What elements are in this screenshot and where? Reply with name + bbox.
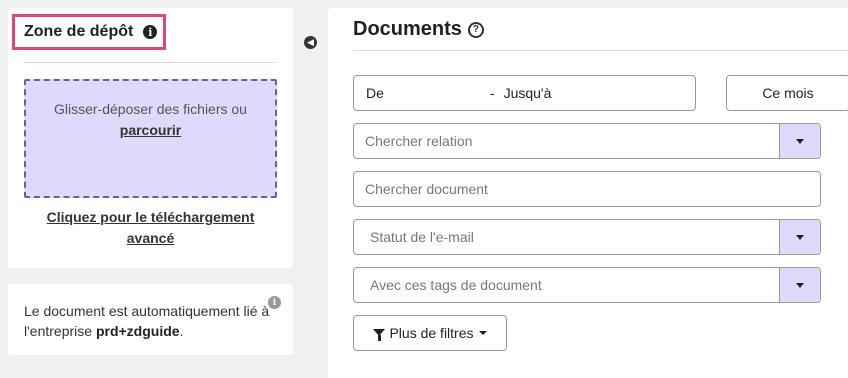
divider — [353, 50, 848, 51]
document-tags-select[interactable]: Avec ces tags de document — [353, 267, 821, 303]
date-from-label: De — [366, 85, 384, 101]
documents-title: Documents — [353, 18, 462, 40]
browse-link[interactable]: parcourir — [120, 122, 181, 138]
collapse-left-icon[interactable]: ◀ — [304, 36, 317, 49]
this-month-button[interactable]: Ce mois — [726, 75, 848, 111]
auto-link-text: Le document est automatiquement lié à l'… — [24, 301, 280, 341]
chevron-down-icon[interactable] — [779, 124, 820, 158]
email-status-placeholder: Statut de l'e-mail — [370, 229, 474, 245]
documents-panel: Documents ? De - Jusqu'à Ce mois Cherche… — [328, 8, 848, 378]
caret-down-icon — [478, 331, 487, 335]
chevron-down-icon[interactable] — [779, 268, 820, 302]
search-document-placeholder: Chercher document — [365, 181, 488, 197]
auto-link-suffix: . — [179, 323, 184, 339]
drop-instructions: Glisser-déposer des fichiers ou — [54, 101, 247, 117]
info-icon[interactable]: i — [143, 25, 158, 39]
funnel-icon — [373, 328, 386, 341]
dropzone-title-label: Zone de dépôt — [24, 23, 134, 40]
file-drop-area[interactable]: Glisser-déposer des fichiers ou parcouri… — [24, 79, 277, 198]
company-name: prd+zdguide — [95, 323, 180, 339]
more-filters-button[interactable]: Plus de filtres — [353, 315, 507, 351]
dropzone-title: Zone de dépôt i — [12, 14, 166, 50]
search-relation-select[interactable]: Chercher relation — [353, 123, 821, 159]
date-to-label: Jusqu'à — [503, 85, 552, 101]
page-title: Documents ? — [353, 18, 484, 41]
more-filters-label: Plus de filtres — [389, 325, 474, 341]
divider — [24, 62, 277, 63]
search-relation-placeholder: Chercher relation — [365, 133, 473, 149]
date-range-field[interactable]: De - Jusqu'à — [353, 75, 696, 111]
help-icon[interactable]: ? — [467, 21, 484, 38]
document-tags-placeholder: Avec ces tags de document — [370, 277, 542, 293]
auto-link-info-card: i Le document est automatiquement lié à … — [8, 284, 293, 355]
date-separator: - — [489, 85, 495, 101]
search-document-input[interactable]: Chercher document — [353, 171, 821, 207]
email-status-select[interactable]: Statut de l'e-mail — [353, 219, 821, 255]
advanced-upload-link[interactable]: Cliquez pour le téléchargement avancé — [24, 207, 277, 249]
dropzone-card: Zone de dépôt i Glisser-déposer des fich… — [8, 8, 293, 268]
chevron-down-icon[interactable] — [779, 220, 820, 254]
